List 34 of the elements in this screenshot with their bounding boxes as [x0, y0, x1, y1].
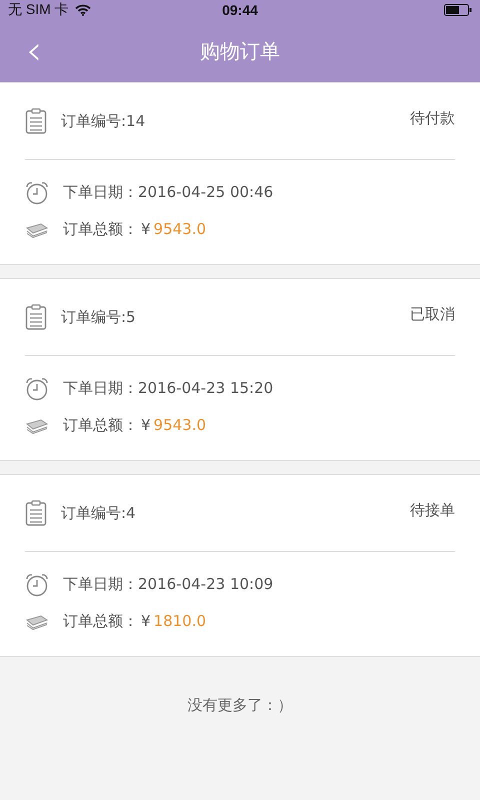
order-date: 下单日期：2016-04-23 10:09 [63, 575, 274, 594]
currency-sign: ¥ [141, 416, 151, 435]
battery-icon [444, 4, 472, 16]
currency-sign: ¥ [141, 220, 151, 239]
alarm-clock-icon [25, 180, 49, 204]
carrier-text: 无 SIM 卡 [8, 1, 69, 19]
back-button[interactable]: ‹ [20, 31, 48, 71]
order-amount: 9543.0 [154, 220, 206, 239]
money-stack-icon [25, 418, 49, 434]
amount-label: 订单总额： [63, 220, 138, 239]
amount-label: 订单总额： [63, 612, 138, 631]
order-amount: 1810.0 [154, 612, 206, 631]
wifi-icon [74, 4, 91, 16]
order-amount: 9543.0 [154, 416, 206, 435]
order-date: 下单日期：2016-04-25 00:46 [63, 183, 274, 202]
order-number: 订单编号:5 [61, 308, 136, 326]
alarm-clock-icon [25, 572, 49, 596]
clipboard-icon [25, 304, 47, 330]
clipboard-icon [25, 108, 47, 134]
order-status: 待接单 [410, 500, 455, 520]
money-stack-icon [25, 222, 49, 238]
page-title: 购物订单 [200, 38, 280, 62]
order-date: 下单日期：2016-04-23 15:20 [63, 379, 274, 398]
order-status: 已取消 [410, 304, 455, 324]
money-stack-icon [25, 614, 49, 630]
no-more-text: 没有更多了：） [188, 696, 292, 714]
order-number: 订单编号:4 [61, 504, 136, 522]
clipboard-icon [25, 500, 47, 526]
alarm-clock-icon [25, 376, 49, 400]
amount-label: 订单总额： [63, 416, 138, 435]
order-status: 待付款 [410, 108, 455, 128]
currency-sign: ¥ [141, 612, 151, 631]
order-number: 订单编号:14 [61, 112, 146, 130]
clock-text: 09:44 [222, 2, 258, 18]
